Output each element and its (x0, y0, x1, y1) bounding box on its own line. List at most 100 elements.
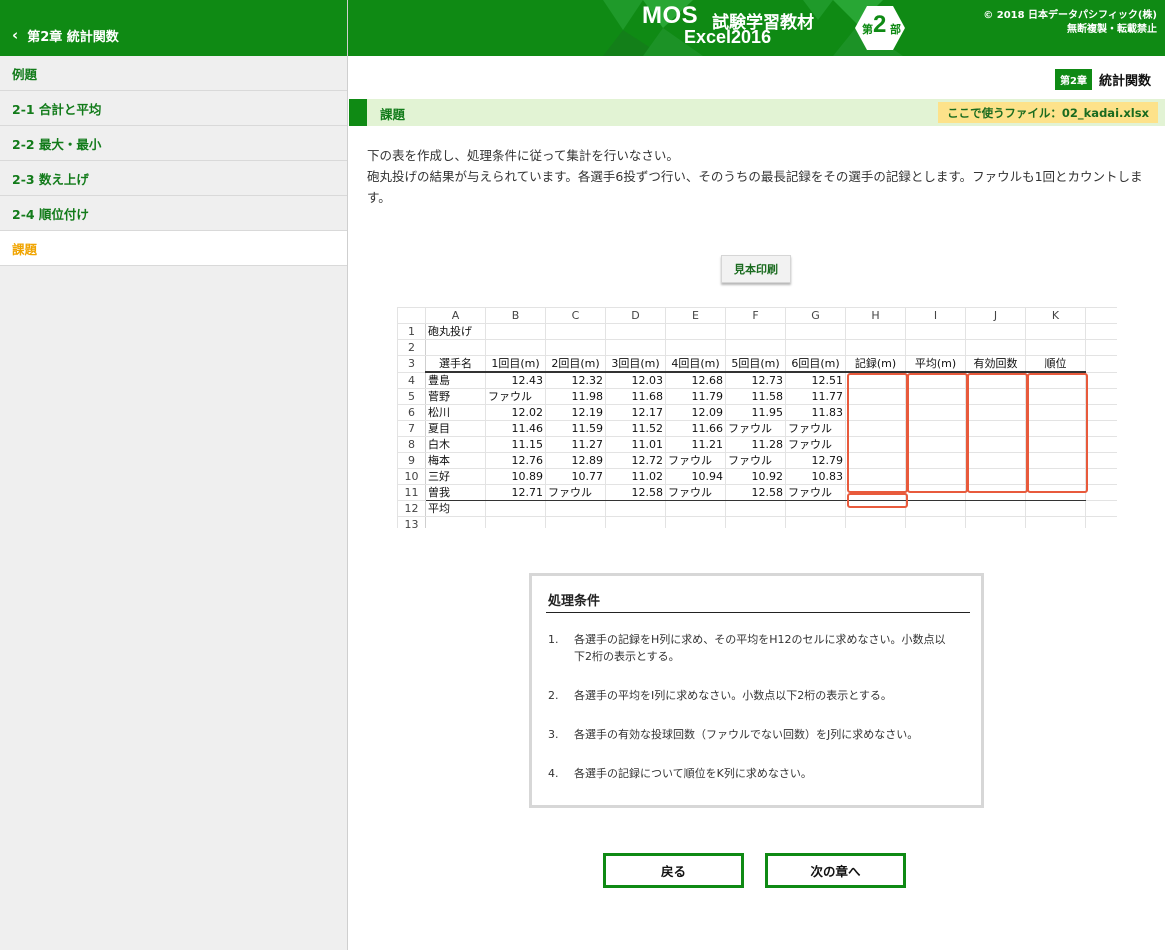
logo-mos: MOS (642, 2, 699, 29)
row-header: 7 (397, 420, 426, 437)
sheet-cell (665, 500, 726, 517)
row-header: 8 (397, 436, 426, 453)
column-header: F (725, 307, 786, 324)
score-cell: 11.77 (785, 388, 846, 405)
part-label-pre: 第 (862, 23, 873, 36)
sheet-cell-extra (1085, 500, 1117, 517)
sidebar-header-title: 第2章 統計関数 (27, 29, 119, 45)
sheet-cell (605, 500, 666, 517)
sidebar-item-assignment[interactable]: 課題 (0, 231, 347, 266)
section-header: 課題 ここで使うファイル：02_kadai.xlsx (349, 99, 1165, 126)
score-cell: 11.01 (605, 436, 666, 453)
sheet-cell (725, 516, 786, 528)
player-name-cell: 菅野 (425, 388, 486, 405)
column-header-row: ABCDEFGHIJK (397, 307, 1117, 324)
header-cell: 5回目(m) (725, 355, 786, 373)
copyright: © 2018 日本データパシフィック(株) 無断複製・転載禁止 (983, 9, 1157, 37)
row-header: 5 (397, 388, 426, 405)
sidebar-item-label: 2-4 順位付け (12, 206, 89, 222)
sidebar-item-label: 課題 (12, 241, 38, 257)
sheet-cell (1025, 500, 1086, 517)
score-cell: ファウル (725, 420, 786, 437)
app-window: ‹ 第2章 統計関数 例題 2-1 合計と平均 2-2 最大・最小 2-3 数え… (0, 0, 1165, 950)
sheet-row: 13 (397, 516, 1117, 528)
score-cell: ファウル (785, 420, 846, 437)
score-cell: 12.71 (485, 484, 546, 501)
score-cell: 11.58 (725, 388, 786, 405)
chapter-name: 統計関数 (1098, 74, 1151, 89)
player-name-cell: 松川 (425, 404, 486, 421)
logo-excel: Excel2016 (684, 27, 772, 47)
sheet-row: 2 (397, 339, 1117, 356)
part-badge: 第 2 部 (854, 4, 906, 52)
processing-conditions: 処理条件 1. 各選手の記録をH列に求め、その平均をH12のセルに求めなさい。小数… (529, 573, 984, 808)
sheet-row: 3 選手名 1回目(m) 2回目(m) 3回目(m) 4回目(m) 5回目(m) 6回目(m)… (397, 355, 1117, 373)
next-chapter-button[interactable]: 次の章へ (765, 853, 906, 888)
sheet-row: 12 平均 (397, 500, 1117, 517)
sheet-cell-extra (1085, 516, 1117, 528)
score-cell: 12.68 (665, 371, 726, 389)
score-cell: 12.58 (725, 484, 786, 501)
condition-number: 2. (548, 689, 559, 702)
player-name-cell: 夏目 (425, 420, 486, 437)
sheet-cell (725, 500, 786, 517)
row-header: 2 (397, 339, 426, 356)
sheet-row: 1 砲丸投げ (397, 323, 1117, 340)
sheet-cell (1025, 323, 1086, 340)
sheet-cell (725, 323, 786, 340)
score-cell: 11.83 (785, 404, 846, 421)
sheet-cell (845, 339, 906, 356)
sheet-cell-extra (1085, 452, 1117, 469)
sheet-cell (965, 323, 1026, 340)
score-cell: 12.72 (605, 452, 666, 469)
instructions: 下の表を作成し、処理条件に従って集計を行いなさい。 砲丸投げの結果が与えられてい… (367, 145, 1147, 208)
condition-item: 4. 各選手の記録について順位をK列に求めなさい。 (548, 765, 948, 782)
sheet-cell-extra (1085, 468, 1117, 485)
sidebar-item-2-2[interactable]: 2-2 最大・最小 (0, 126, 347, 161)
column-header: D (605, 307, 666, 324)
row-header: 9 (397, 452, 426, 469)
score-cell: 11.68 (605, 388, 666, 405)
chevron-left-icon: ‹ (12, 26, 19, 44)
main-content: 第2章 統計関数 課題 ここで使うファイル：02_kadai.xlsx 下の表を… (349, 56, 1165, 950)
score-cell: ファウル (485, 388, 546, 405)
sheet-cell-extra (1085, 420, 1117, 437)
sample-print-button[interactable]: 見本印刷 (721, 255, 791, 283)
column-header-empty (1085, 307, 1117, 324)
back-button[interactable]: 戻る (603, 853, 744, 888)
row-header: 4 (397, 371, 426, 389)
corner-cell (397, 307, 426, 324)
sheet-cell (965, 516, 1026, 528)
score-cell: 11.66 (665, 420, 726, 437)
sheet-cell (605, 339, 666, 356)
sheet-cell-extra (1085, 404, 1117, 421)
sheet-cell (905, 339, 966, 356)
column-header: C (545, 307, 606, 324)
sheet-cell (545, 339, 606, 356)
sidebar-item-2-1[interactable]: 2-1 合計と平均 (0, 91, 347, 126)
instruction-line-1: 下の表を作成し、処理条件に従って集計を行いなさい。 (367, 148, 679, 163)
header-cell: 有効回数 (965, 355, 1026, 373)
condition-number: 4. (548, 767, 559, 780)
score-cell: 11.15 (485, 436, 546, 453)
header-cell: 記録(m) (845, 355, 906, 373)
row-header: 3 (397, 355, 426, 373)
sidebar-item-2-3[interactable]: 2-3 数え上げ (0, 161, 347, 196)
score-cell: 12.02 (485, 404, 546, 421)
score-cell: 12.79 (785, 452, 846, 469)
spreadsheet-preview: A B C D E F G H I J K 1 砲丸投げ 2 3 選手名 1回目(m) 2回目(m) 3回目(m) 4… (397, 307, 1117, 528)
score-cell: 12.76 (485, 452, 546, 469)
score-cell: 10.77 (545, 468, 606, 485)
sidebar-item-2-4[interactable]: 2-4 順位付け (0, 196, 347, 231)
sheet-cell (905, 516, 966, 528)
sidebar-back-header[interactable]: ‹ 第2章 統計関数 (0, 0, 347, 56)
header-cell: 平均(m) (905, 355, 966, 373)
header-cell: 6回目(m) (785, 355, 846, 373)
score-cell: ファウル (785, 436, 846, 453)
header-cell: 順位 (1025, 355, 1086, 373)
part-label-post: 部 (890, 23, 901, 36)
score-cell: 11.52 (605, 420, 666, 437)
sidebar-item-example[interactable]: 例題 (0, 56, 347, 91)
score-cell: ファウル (545, 484, 606, 501)
section-title: 課題 (380, 107, 406, 122)
